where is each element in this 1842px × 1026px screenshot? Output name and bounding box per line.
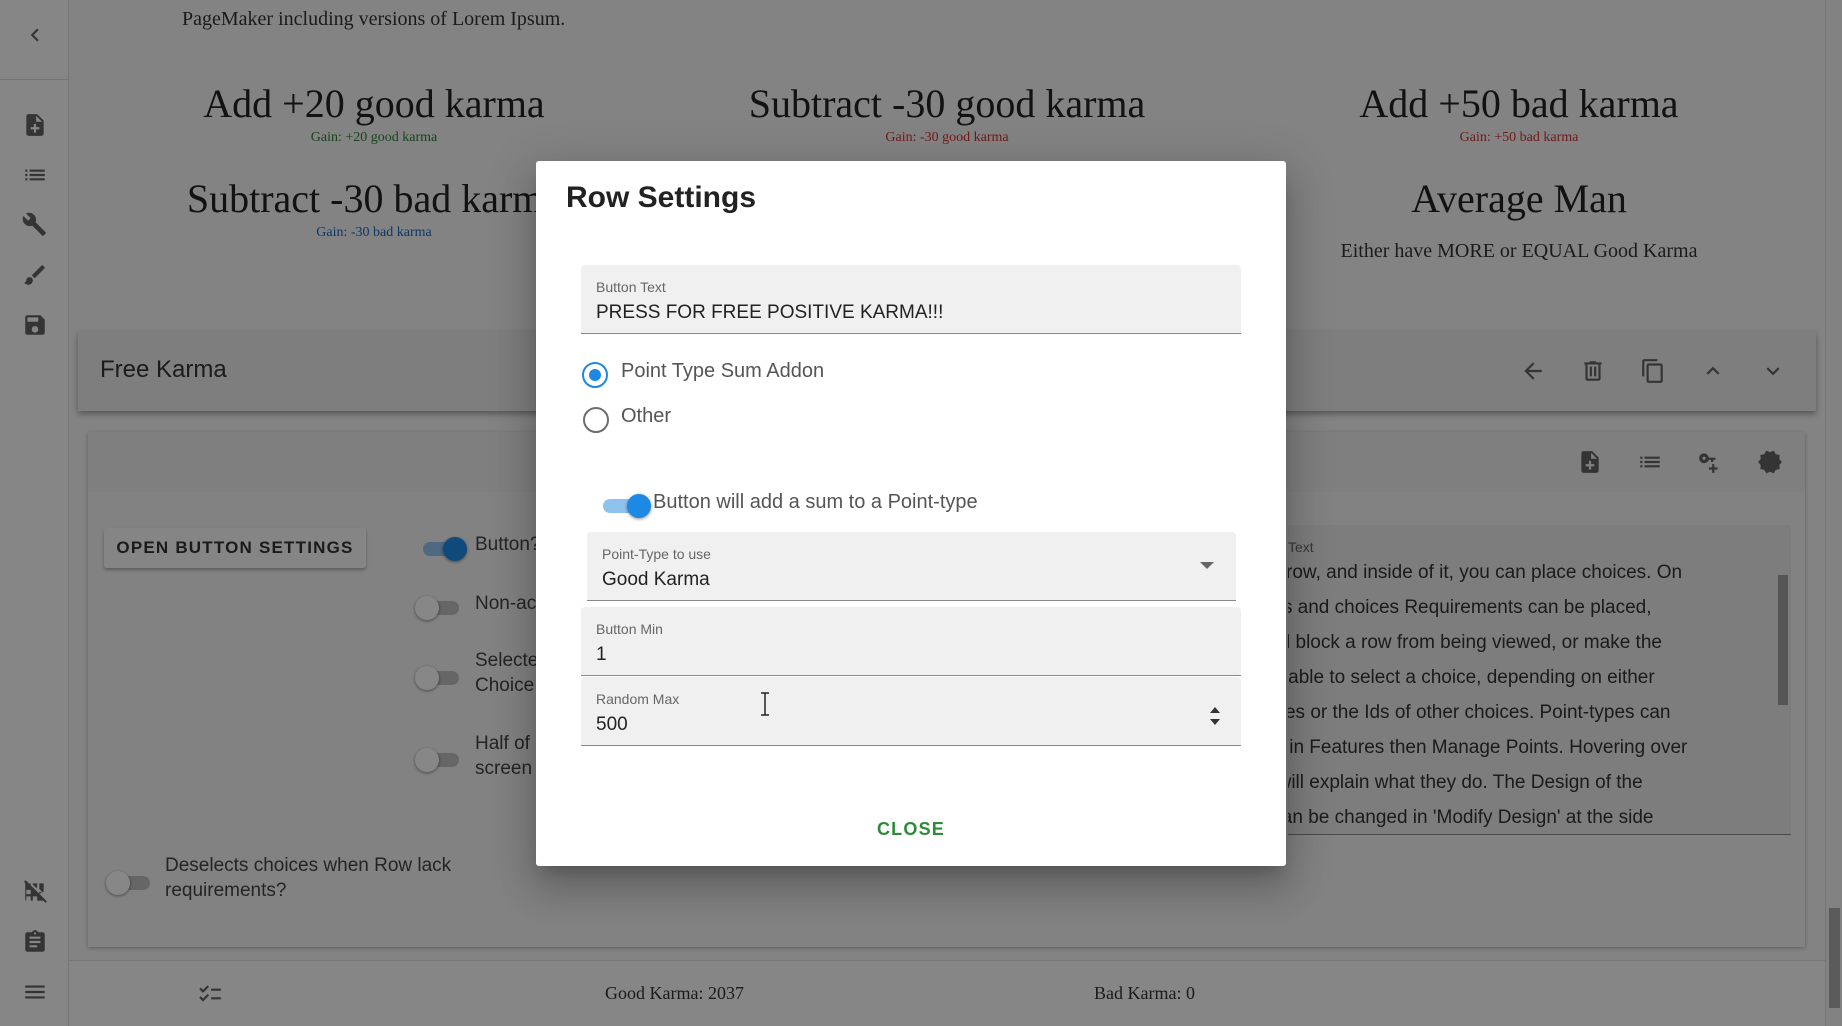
field-label: Button Min (596, 621, 663, 637)
radio-point-type-sum-addon[interactable] (582, 362, 608, 388)
radio-label: Point Type Sum Addon (621, 360, 825, 382)
random-max-field[interactable]: Random Max 500 (581, 677, 1241, 746)
toggle-label: Button will add a sum to a Point-type (653, 491, 978, 513)
field-value: Good Karma (602, 569, 710, 590)
field-label: Point-Type to use (602, 546, 711, 562)
text-cursor-icon (761, 692, 769, 716)
field-value: 1 (596, 644, 607, 665)
dialog-title: Row Settings (566, 181, 757, 214)
button-min-field[interactable]: Button Min 1 (581, 607, 1241, 676)
radio-label: Other (621, 405, 672, 427)
field-value: PRESS FOR FREE POSITIVE KARMA!!! (596, 302, 944, 323)
point-type-select[interactable]: Point-Type to use Good Karma (587, 532, 1236, 601)
dropdown-arrow-icon[interactable] (1200, 562, 1214, 569)
field-label: Random Max (596, 691, 680, 707)
button-text-field[interactable]: Button Text PRESS FOR FREE POSITIVE KARM… (581, 265, 1241, 334)
number-spinner-icon[interactable] (1210, 707, 1220, 725)
close-button[interactable]: CLOSE (861, 811, 961, 847)
field-value: 500 (596, 714, 628, 735)
row-settings-dialog: Row Settings Button Text PRESS FOR FREE … (536, 161, 1286, 866)
field-label: Button Text (596, 279, 666, 295)
add-sum-toggle-switch[interactable] (599, 494, 655, 518)
radio-other[interactable] (583, 407, 609, 433)
